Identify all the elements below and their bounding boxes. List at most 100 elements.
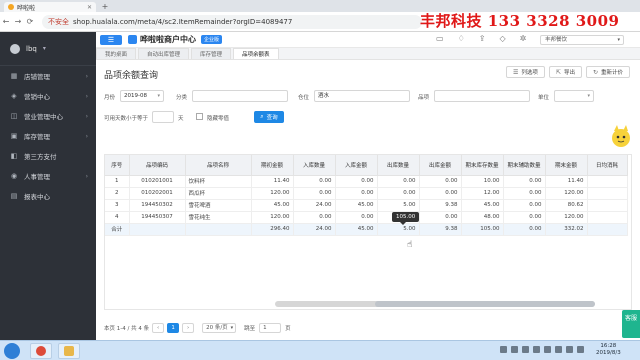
month-label: 月份	[104, 95, 116, 101]
mascot-icon[interactable]	[610, 124, 632, 148]
next-page-button[interactable]: ›	[182, 323, 195, 333]
tray-icon[interactable]	[577, 346, 584, 353]
user-menu[interactable]: lbq ▾	[0, 32, 96, 66]
days-unit: 天	[178, 116, 184, 122]
page-1-button[interactable]: 1	[167, 323, 180, 333]
horizontal-scrollbar[interactable]	[275, 301, 595, 307]
columns-button[interactable]: ☰ 列选项	[506, 66, 545, 78]
tray-icon[interactable]	[511, 346, 518, 353]
table-row[interactable]: 3 194450302 雪花啤酒 45.00 24.00 45.00 5.00 …	[105, 199, 628, 212]
search-icon: ⌕	[260, 113, 264, 120]
month-picker[interactable]: 2019-08 ▾	[120, 90, 164, 102]
days-input[interactable]	[152, 111, 174, 123]
tray-icon[interactable]	[555, 346, 562, 353]
sidebar-item-store[interactable]: ▦ 店铺管理 ›	[0, 66, 96, 86]
tab-auto-outbound[interactable]: 自动出库管理	[138, 48, 190, 59]
table-row[interactable]: 2 010202001 西瓜杯 120.00 0.00 0.00 0.00 0.…	[105, 187, 628, 200]
tray-icon[interactable]	[522, 346, 529, 353]
monitor-icon[interactable]: ▭	[436, 34, 444, 43]
table-cell: 105.00	[461, 223, 504, 236]
col-header[interactable]: 入库数量	[293, 155, 336, 176]
unit-select[interactable]: ▾	[554, 90, 594, 102]
taskbar-folder[interactable]	[58, 343, 80, 359]
scrollbar-thumb[interactable]	[375, 301, 595, 307]
customer-service-button[interactable]: 客服	[622, 310, 640, 338]
sidebar-item-reports[interactable]: ▤ 报表中心	[0, 186, 96, 206]
tray-icon[interactable]	[544, 346, 551, 353]
taskbar-chrome[interactable]	[30, 343, 52, 359]
briefcase-icon: ◫	[10, 112, 18, 120]
category-select[interactable]	[192, 90, 288, 102]
sidebar-item-marketing[interactable]: ◈ 营销中心 ›	[0, 86, 96, 106]
col-header[interactable]: 期初金额	[251, 155, 294, 176]
sidebar-item-business[interactable]: ◫ 营业管理中心 ›	[0, 106, 96, 126]
page-size-select[interactable]: 20 条/页 ▾	[202, 323, 237, 333]
table-cell: 11.40	[251, 175, 294, 188]
url-input[interactable]: 不安全 shop.hualala.com/meta/4/sc2.ItemRema…	[42, 14, 422, 29]
forward-icon[interactable]: →	[12, 17, 24, 26]
sidebar-item-label: 第三方支付	[24, 153, 57, 161]
reset-price-button[interactable]: ↻ 重新计价	[585, 66, 630, 78]
table-cell: 45.00	[461, 199, 504, 212]
col-header[interactable]: 品项名称	[185, 155, 252, 176]
start-button[interactable]	[4, 343, 20, 359]
sidebar-item-label: 库存管理	[24, 133, 50, 141]
table-cell: 010201001	[129, 175, 186, 188]
tab-desktop[interactable]: 我的桌面	[96, 48, 137, 59]
layers-icon[interactable]: ◇	[499, 34, 505, 43]
new-tab-button[interactable]: +	[98, 2, 112, 12]
close-tab-icon[interactable]: ✕	[87, 4, 92, 11]
col-header[interactable]: 期末库存数量	[461, 155, 504, 176]
upload-icon[interactable]: ⇪	[479, 34, 486, 43]
jump-input[interactable]: 1	[259, 323, 282, 333]
col-header[interactable]: 入库金额	[335, 155, 378, 176]
export-button[interactable]: ⇱ 导出	[548, 66, 582, 78]
table-row[interactable]: 4 194450307 雪花纯生 120.00 0.00 0.00 0.00 0…	[105, 211, 628, 224]
megaphone-icon: ◈	[11, 92, 17, 100]
browser-tab[interactable]: 哗啦啦 ✕	[4, 2, 96, 12]
table-cell	[587, 211, 628, 224]
menu-toggle-button[interactable]: ☰	[100, 34, 122, 45]
table-cell: 010202001	[129, 187, 186, 200]
reload-icon[interactable]: ⟳	[24, 17, 36, 26]
col-header[interactable]: 出库金额	[419, 155, 462, 176]
taskbar: 16:28 2019/8/3	[0, 340, 640, 360]
search-button[interactable]: ⌕ 查询	[254, 111, 284, 123]
item-input[interactable]	[434, 90, 530, 102]
back-icon[interactable]: ←	[0, 17, 12, 26]
table-cell: 194450307	[129, 211, 186, 224]
sidebar-item-hr[interactable]: ◉ 人事管理 ›	[0, 166, 96, 186]
col-header[interactable]: 日均消耗	[587, 155, 628, 176]
pager-summary: 本页 1-4 / 共 4 条	[104, 326, 150, 332]
sidebar-item-inventory[interactable]: ▣ 库存管理 ›	[0, 126, 96, 146]
chevron-down-icon: ▾	[587, 93, 590, 99]
table-cell: 45.00	[335, 223, 378, 236]
sidebar-item-payment[interactable]: ◧ 第三方支付	[0, 146, 96, 166]
clock[interactable]: 16:28 2019/8/3	[596, 343, 621, 357]
store-select[interactable]: 丰邦餐饮 ▾	[540, 35, 624, 45]
hide-zero-checkbox[interactable]	[196, 113, 203, 120]
tray-icon[interactable]	[533, 346, 540, 353]
prev-page-button[interactable]: ‹	[152, 323, 165, 333]
table-cell	[587, 223, 628, 236]
page-tabs: 我的桌面 自动出库管理 库存管理 品项余额表	[96, 48, 640, 60]
table-cell: 0.00	[503, 187, 546, 200]
table-cell: 雪花啤酒	[185, 199, 252, 212]
col-header[interactable]: 序号	[105, 155, 130, 176]
tray-icon[interactable]	[500, 346, 507, 353]
mouse-pointer-icon: ☝	[407, 240, 413, 250]
col-header[interactable]: 出库数量	[377, 155, 420, 176]
col-header[interactable]: 期末辅助数量	[503, 155, 546, 176]
gear-icon[interactable]: ✲	[520, 34, 527, 43]
chart-icon: ▤	[10, 192, 18, 200]
bell-icon[interactable]: ♢	[458, 34, 465, 43]
col-header[interactable]: 品项编码	[129, 155, 186, 176]
tab-inventory[interactable]: 库存管理	[191, 48, 232, 59]
tray-icon[interactable]	[566, 346, 573, 353]
warehouse-select[interactable]: 酒水	[314, 90, 410, 102]
table-cell: 194450302	[129, 199, 186, 212]
tab-item-balance[interactable]: 品项余额表	[233, 48, 279, 59]
col-header[interactable]: 期末金额	[545, 155, 588, 176]
table-cell	[587, 175, 628, 188]
table-row[interactable]: 1 010201001 饮料杯 11.40 0.00 0.00 0.00 0.0…	[105, 175, 628, 188]
